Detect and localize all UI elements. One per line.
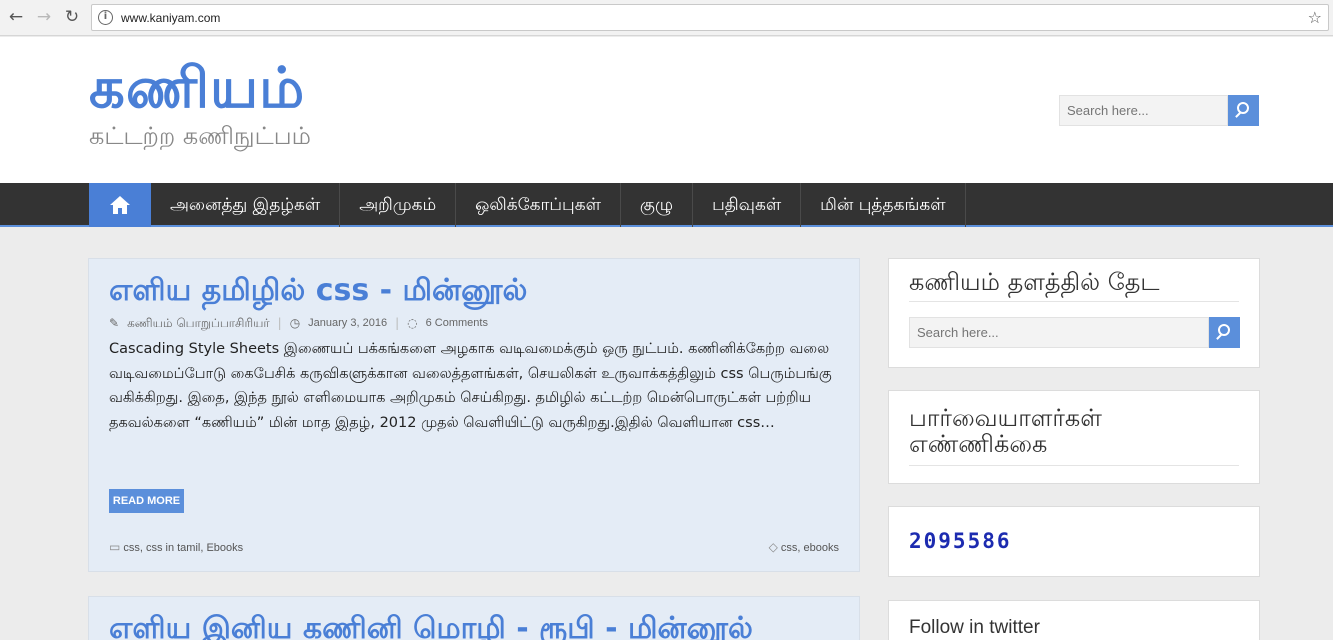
- home-icon: [110, 196, 130, 214]
- post-card: எளிய இனிய கணினி மொழி - ரூபி - மின்னூல்: [88, 596, 860, 640]
- sidebar-search-widget: கணியம் தளத்தில் தேட: [888, 258, 1260, 368]
- nav-home-button[interactable]: [89, 183, 151, 227]
- header-search: [1059, 95, 1259, 126]
- post-categories: ▭ css, css in tamil, Ebooks: [109, 539, 243, 556]
- read-more-button[interactable]: READ MORE: [109, 489, 184, 513]
- header-search-input[interactable]: [1059, 95, 1228, 126]
- nav-item-team[interactable]: குழு: [621, 183, 694, 227]
- nav-item-intro[interactable]: அறிமுகம்: [340, 183, 457, 227]
- widget-title: Follow in twitter: [909, 617, 1040, 638]
- info-icon[interactable]: i: [98, 10, 113, 25]
- nav-menu: அனைத்து இதழ்கள் அறிமுகம் ஒலிக்கோப்புகள் …: [151, 183, 966, 227]
- main-nav: அனைத்து இதழ்கள் அறிமுகம் ஒலிக்கோப்புகள் …: [0, 183, 1333, 227]
- post-tags: ◇ css, ebooks: [769, 539, 839, 556]
- site-tagline: கட்டற்ற கணிநுட்பம்: [89, 122, 311, 150]
- site-header: கணியம் கட்டற்ற கணிநுட்பம்: [0, 37, 1333, 183]
- forward-icon[interactable]: →: [33, 6, 55, 28]
- tag-icon: ◇: [768, 540, 778, 554]
- reload-icon[interactable]: ↻: [61, 6, 83, 28]
- clock-icon: ◷: [289, 316, 301, 330]
- site-title[interactable]: கணியம்: [89, 57, 305, 121]
- star-icon[interactable]: ☆: [1308, 8, 1322, 27]
- address-bar[interactable]: i www.kaniyam.com ☆: [91, 4, 1329, 31]
- post-title[interactable]: எளிய இனிய கணினி மொழி - ரூபி - மின்னூல்: [109, 609, 753, 640]
- twitter-widget: Follow in twitter: [888, 600, 1260, 640]
- post-title[interactable]: எளிய தமிழில் css - மின்னூல்: [109, 271, 527, 311]
- post-meta: ✎ கணியம் பொறுப்பாசிரியர் | ◷ January 3, …: [109, 315, 488, 331]
- category-links[interactable]: css, css in tamil, Ebooks: [123, 542, 243, 554]
- post-author[interactable]: கணியம் பொறுப்பாசிரியர்: [127, 315, 270, 331]
- sidebar-search-input[interactable]: [909, 317, 1209, 348]
- visitor-counter-widget: 2095586: [888, 506, 1260, 577]
- sidebar-search: [909, 317, 1240, 348]
- url-text[interactable]: www.kaniyam.com: [121, 10, 220, 26]
- post-excerpt: Cascading Style Sheets இணையப் பக்கங்களை …: [109, 341, 832, 431]
- comment-icon: ◌: [407, 316, 418, 330]
- visitor-count-widget: பார்வையாளர்கள் எண்ணிக்கை: [888, 390, 1260, 484]
- back-icon[interactable]: ←: [5, 6, 27, 28]
- header-search-button[interactable]: [1228, 95, 1259, 126]
- author-icon: ✎: [109, 316, 120, 330]
- nav-item-audio[interactable]: ஒலிக்கோப்புகள்: [456, 183, 621, 227]
- browser-toolbar: ← → ↻ i www.kaniyam.com ☆: [0, 0, 1333, 36]
- nav-item-all-issues[interactable]: அனைத்து இதழ்கள்: [151, 183, 341, 227]
- nav-item-posts[interactable]: பதிவுகள்: [693, 183, 802, 227]
- widget-title: பார்வையாளர்கள் எண்ணிக்கை: [909, 405, 1239, 466]
- visitor-counter: 2095586: [909, 529, 1012, 553]
- nav-item-ebooks[interactable]: மின் புத்தகங்கள்: [801, 183, 966, 227]
- post-date: January 3, 2016: [308, 317, 388, 329]
- widget-title: கணியம் தளத்தில் தேட: [909, 269, 1239, 302]
- folder-icon: ▭: [109, 540, 121, 554]
- tag-links[interactable]: css, ebooks: [781, 542, 839, 554]
- sidebar-search-button[interactable]: [1209, 317, 1240, 348]
- post-card: எளிய தமிழில் css - மின்னூல் ✎ கணியம் பொற…: [88, 258, 860, 572]
- post-comments[interactable]: 6 Comments: [426, 315, 488, 331]
